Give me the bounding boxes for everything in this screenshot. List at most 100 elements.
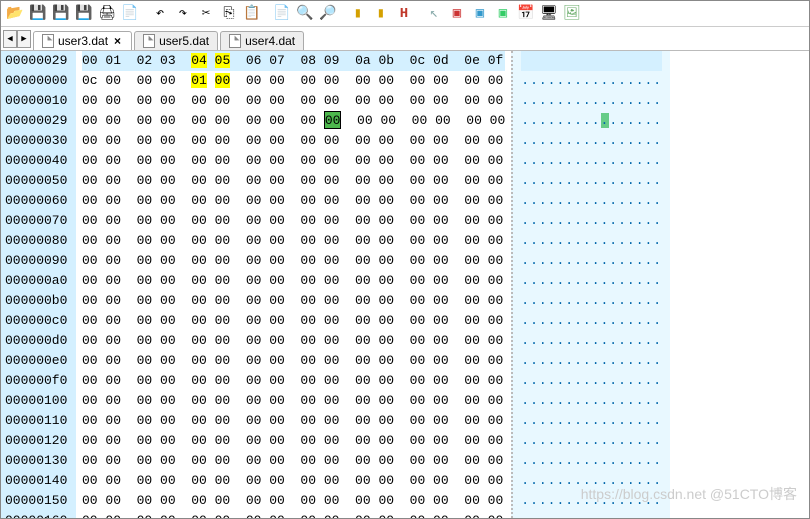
undo-icon[interactable]: ↶ bbox=[149, 3, 171, 25]
window-b-icon[interactable]: ▣ bbox=[469, 3, 491, 25]
offset-label: 000000b0 bbox=[5, 291, 70, 311]
ascii-row[interactable]: ................ bbox=[521, 431, 662, 451]
print-preview-icon[interactable]: 📄 bbox=[119, 3, 141, 25]
offset-label: 00000050 bbox=[5, 171, 70, 191]
ascii-row[interactable]: ................ bbox=[521, 511, 662, 518]
tab-user3-dat[interactable]: user3.dat × bbox=[33, 31, 132, 50]
new-doc-icon[interactable]: 📄 bbox=[271, 3, 293, 25]
monitor-icon[interactable]: 🖥 bbox=[538, 3, 560, 25]
offset-label: 00000040 bbox=[5, 151, 70, 171]
hex-row[interactable]: 00 00 00 00 00 00 00 00 00 00 00 00 00 0… bbox=[82, 151, 505, 171]
ascii-row[interactable]: ................ bbox=[521, 451, 662, 471]
offset-label: 00000030 bbox=[5, 131, 70, 151]
ascii-row[interactable]: ................ bbox=[521, 231, 662, 251]
offset-label: 00000110 bbox=[5, 411, 70, 431]
ascii-row[interactable]: ................ bbox=[521, 371, 662, 391]
hex-row[interactable]: 00 00 00 00 00 00 00 00 00 00 00 00 00 0… bbox=[82, 231, 505, 251]
ascii-row[interactable]: ................ bbox=[521, 111, 662, 131]
search-icon[interactable]: 🔍 bbox=[294, 3, 316, 25]
window-a-icon[interactable]: ▣ bbox=[446, 3, 468, 25]
redo-icon[interactable]: ↷ bbox=[172, 3, 194, 25]
offset-label: 00000010 bbox=[5, 91, 70, 111]
offset-label: 00000140 bbox=[5, 471, 70, 491]
hex-row[interactable]: 00 00 00 00 00 00 00 00 00 00 00 00 00 0… bbox=[82, 211, 505, 231]
hex-row[interactable]: 00 00 00 00 00 00 00 00 00 00 00 00 00 0… bbox=[82, 371, 505, 391]
copy-icon[interactable]: ⎘ bbox=[218, 3, 240, 25]
hex-row[interactable]: 00 00 00 00 00 00 00 00 00 00 00 00 00 0… bbox=[82, 131, 505, 151]
offset-label: 00000150 bbox=[5, 491, 70, 511]
hex-header: 00 01 02 03 04 05 06 07 08 09 0a 0b 0c 0… bbox=[82, 51, 505, 71]
offset-label: 00000080 bbox=[5, 231, 70, 251]
hex-row[interactable]: 00 00 00 00 00 00 00 00 00 00 00 00 00 0… bbox=[82, 471, 505, 491]
hex-row[interactable]: 00 00 00 00 00 00 00 00 00 00 00 00 00 0… bbox=[82, 271, 505, 291]
ascii-row[interactable]: ................ bbox=[521, 151, 662, 171]
offset-label: 00000000 bbox=[5, 71, 70, 91]
offset-column: 0000002900000000000000100000002900000030… bbox=[1, 51, 76, 518]
cut-icon[interactable]: ✂ bbox=[195, 3, 217, 25]
ascii-row[interactable]: ................ bbox=[521, 351, 662, 371]
tab-prev-button[interactable]: ◀ bbox=[3, 30, 17, 48]
save-icon[interactable]: 💾 bbox=[27, 3, 49, 25]
toolbar: 📂 💾 💾 💾 🖨 📄 ↶ ↷ ✂ ⎘ 📋 📄 🔍 🔎 ▮ ▮ H ↖ ▣ ▣ … bbox=[1, 1, 809, 27]
copy-save-icon[interactable]: 💾 bbox=[73, 3, 95, 25]
offset-label: 00000090 bbox=[5, 251, 70, 271]
offset-label: 00000029 bbox=[5, 111, 70, 131]
hex-row[interactable]: 00 00 00 00 00 00 00 00 00 00 00 00 00 0… bbox=[82, 291, 505, 311]
print-icon[interactable]: 🖨 bbox=[96, 3, 118, 25]
tab-bar: ◀ ▶ user3.dat × user5.datuser4.dat bbox=[1, 27, 809, 51]
ascii-row[interactable]: ................ bbox=[521, 71, 662, 91]
hex-row[interactable]: 00 00 00 00 00 00 00 00 00 00 00 00 00 0… bbox=[82, 251, 505, 271]
hex-row[interactable]: 00 00 00 00 00 00 00 00 00 00 00 00 00 0… bbox=[82, 391, 505, 411]
folder-icon[interactable]: 📂 bbox=[4, 3, 26, 25]
tab-user5-dat[interactable]: user5.dat bbox=[134, 31, 218, 50]
hex-row[interactable]: 00 00 00 00 00 00 00 00 00 00 00 00 00 0… bbox=[82, 171, 505, 191]
offset-label: 00000120 bbox=[5, 431, 70, 451]
search-next-icon[interactable]: 🔎 bbox=[317, 3, 339, 25]
hex-row[interactable]: 00 00 00 00 00 00 00 00 00 00 00 00 00 0… bbox=[82, 331, 505, 351]
hex-row[interactable]: 00 00 00 00 00 00 00 00 00 00 00 00 00 0… bbox=[82, 431, 505, 451]
arrow-left-icon[interactable]: ↖ bbox=[423, 3, 445, 25]
hex-row[interactable]: 00 00 00 00 00 00 00 00 00 00 00 00 00 0… bbox=[82, 511, 505, 518]
hex-row[interactable]: 00 00 00 00 00 00 00 00 00 00 00 00 00 0… bbox=[82, 491, 505, 511]
watermark: https://blog.csdn.net @51CTO博客 bbox=[581, 484, 797, 504]
hex-editor[interactable]: 0000002900000000000000100000002900000030… bbox=[1, 51, 809, 518]
ascii-row[interactable]: ................ bbox=[521, 411, 662, 431]
offset-label: 00000100 bbox=[5, 391, 70, 411]
hex-row[interactable]: 0c 00 00 00 01 00 00 00 00 00 00 00 00 0… bbox=[82, 71, 505, 91]
ascii-row[interactable]: ................ bbox=[521, 251, 662, 271]
hex-row[interactable]: 00 00 00 00 00 00 00 00 00 00 00 00 00 0… bbox=[82, 351, 505, 371]
hex-icon[interactable]: H bbox=[393, 3, 415, 25]
hex-row[interactable]: 00 00 00 00 00 00 00 00 00 00 00 00 00 0… bbox=[82, 191, 505, 211]
calendar-icon[interactable]: 📅 bbox=[515, 3, 537, 25]
marker2-icon[interactable]: ▮ bbox=[370, 3, 392, 25]
tab-next-button[interactable]: ▶ bbox=[17, 30, 31, 48]
save-all-icon[interactable]: 💾 bbox=[50, 3, 72, 25]
file-icon bbox=[143, 34, 155, 48]
window-c-icon[interactable]: ▣ bbox=[492, 3, 514, 25]
ascii-row[interactable]: ................ bbox=[521, 171, 662, 191]
ascii-row[interactable]: ................ bbox=[521, 391, 662, 411]
ascii-row[interactable]: ................ bbox=[521, 291, 662, 311]
marker-icon[interactable]: ▮ bbox=[347, 3, 369, 25]
ascii-row[interactable]: ................ bbox=[521, 91, 662, 111]
hex-row[interactable]: 00 00 00 00 00 00 00 00 00 00 00 00 00 0… bbox=[82, 91, 505, 111]
ascii-row[interactable]: ................ bbox=[521, 191, 662, 211]
hex-row[interactable]: 00 00 00 00 00 00 00 00 00 00 00 00 00 0… bbox=[82, 411, 505, 431]
tab-user4-dat[interactable]: user4.dat bbox=[220, 31, 304, 50]
paste-icon[interactable]: 📋 bbox=[241, 3, 263, 25]
offset-label: 00000070 bbox=[5, 211, 70, 231]
ascii-row[interactable]: ................ bbox=[521, 131, 662, 151]
ascii-column[interactable]: ........................................… bbox=[511, 51, 670, 518]
hex-column[interactable]: 00 01 02 03 04 05 06 07 08 09 0a 0b 0c 0… bbox=[76, 51, 511, 518]
ascii-row[interactable]: ................ bbox=[521, 311, 662, 331]
ascii-row[interactable]: ................ bbox=[521, 331, 662, 351]
tab-label: user3.dat bbox=[58, 34, 108, 48]
offset-label: 00000160 bbox=[5, 511, 70, 518]
hex-row[interactable]: 00 00 00 00 00 00 00 00 00 00 00 00 00 0… bbox=[82, 111, 505, 131]
hex-row[interactable]: 00 00 00 00 00 00 00 00 00 00 00 00 00 0… bbox=[82, 311, 505, 331]
tab-close-button[interactable]: × bbox=[112, 34, 123, 48]
ascii-row[interactable]: ................ bbox=[521, 211, 662, 231]
image-icon[interactable]: 🖼 bbox=[561, 3, 583, 25]
ascii-row[interactable]: ................ bbox=[521, 271, 662, 291]
hex-row[interactable]: 00 00 00 00 00 00 00 00 00 00 00 00 00 0… bbox=[82, 451, 505, 471]
